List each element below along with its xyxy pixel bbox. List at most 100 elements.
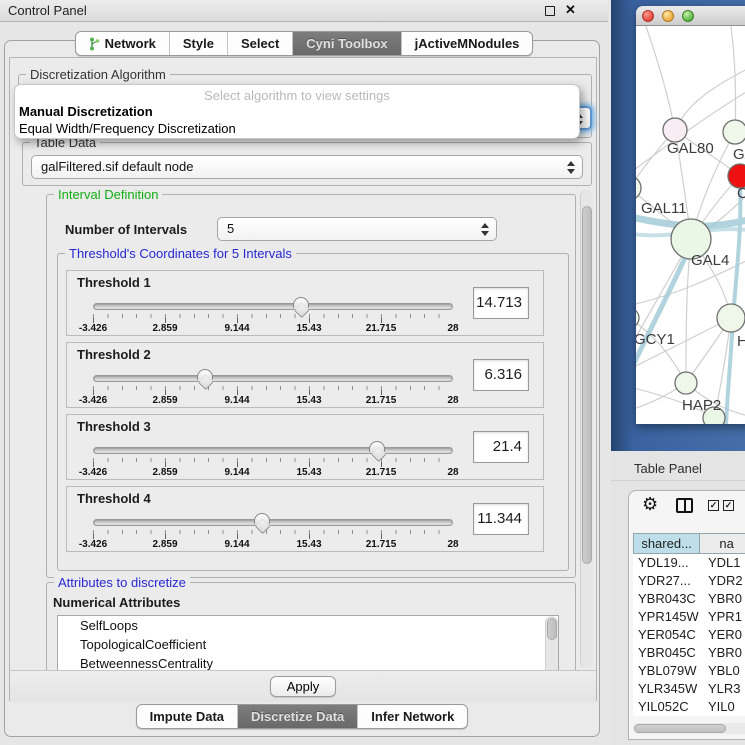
list-item[interactable]: BetweennessCentrality bbox=[58, 654, 558, 670]
table-row[interactable]: YLR345WYLR3 bbox=[633, 680, 745, 698]
slider-ticks bbox=[93, 458, 453, 467]
attributes-group: Attributes to discretize Numerical Attri… bbox=[46, 582, 576, 670]
application-window: Control Panel ✕ Network Style Select C bbox=[0, 0, 745, 745]
algorithm-group-title: Discretization Algorithm bbox=[26, 67, 170, 82]
table-row[interactable]: YBR045CYBR0 bbox=[633, 644, 745, 662]
slider-scale-labels: -3.426 2.859 9.144 21.715 15.43 28 bbox=[93, 539, 453, 551]
slider-thumb[interactable] bbox=[254, 513, 270, 524]
threshold-slider[interactable]: -3.426 2.859 9.144 15.43 21.715 28 bbox=[93, 299, 453, 337]
slider-thumb[interactable] bbox=[197, 369, 213, 380]
table-row[interactable]: YER054CYER0 bbox=[633, 626, 745, 644]
list-scrollbar[interactable] bbox=[545, 616, 558, 670]
node-label: GAL11 bbox=[641, 200, 687, 217]
apply-button[interactable]: Apply bbox=[270, 676, 337, 697]
table-row[interactable]: YPR145WYPR1 bbox=[633, 608, 745, 626]
table-horizontal-scrollbar[interactable] bbox=[633, 723, 745, 734]
table-row[interactable]: YDL19...YDL1 bbox=[633, 554, 745, 572]
threshold-value-field[interactable]: 14.713 bbox=[473, 287, 529, 319]
table-header-row: shared... na bbox=[633, 533, 745, 554]
slider-thumb[interactable] bbox=[369, 441, 385, 452]
node-label: H bbox=[737, 333, 745, 350]
network-view-window[interactable]: GAL80GAGAL11CGAL4GCY1HHAP2 bbox=[636, 6, 745, 424]
node-label: HAP2 bbox=[682, 397, 721, 414]
slider-scale-labels: -3.426 2.859 9.144 15.43 21.715 28 bbox=[93, 323, 453, 335]
list-item[interactable]: SelfLoops bbox=[58, 616, 558, 635]
threshold-slider[interactable]: -3.426 2.859 9.144 15.43 21.715 28 bbox=[93, 443, 453, 481]
table-panel-titlebar: Table Panel bbox=[611, 453, 745, 481]
node-label: GAL80 bbox=[667, 140, 714, 157]
table-row[interactable]: YBR043CYBR0 bbox=[633, 590, 745, 608]
threshold-panel-4: Threshold 4 -3.426 2.859 9.144 bbox=[66, 486, 544, 552]
tab-discretize-data[interactable]: Discretize Data bbox=[237, 705, 357, 728]
tab-infer-network[interactable]: Infer Network bbox=[357, 705, 467, 728]
settings-scroll-area: Interval Definition Number of Intervals … bbox=[18, 190, 580, 670]
checkbox-icon[interactable]: ✓ bbox=[723, 500, 734, 511]
slider-track[interactable] bbox=[93, 447, 453, 454]
algorithm-dropdown-popup: Select algorithm to view settings Manual… bbox=[14, 84, 580, 139]
threshold-panel-3: Threshold 3 -3.426 2.859 9.144 bbox=[66, 414, 544, 480]
network-window-titlebar[interactable] bbox=[636, 6, 745, 26]
slider-ticks bbox=[93, 386, 453, 395]
table-row[interactable]: YDR27...YDR2 bbox=[633, 572, 745, 590]
close-icon[interactable]: ✕ bbox=[565, 2, 576, 18]
table-panel: Table Panel ⚙ ✓ ✓ shared... na YDL19...Y… bbox=[611, 451, 745, 745]
network-node[interactable] bbox=[717, 304, 745, 332]
thresholds-group-title: Threshold's Coordinates for 5 Intervals bbox=[65, 246, 296, 261]
attributes-group-title: Attributes to discretize bbox=[54, 575, 190, 590]
table-row[interactable]: YIL052CYIL0 bbox=[633, 698, 745, 716]
node-table-panel: ⚙ ✓ ✓ shared... na YDL19...YDL1 YDR27...… bbox=[628, 490, 745, 740]
control-panel: Control Panel ✕ Network Style Select C bbox=[0, 0, 608, 745]
threshold-label: Threshold 2 bbox=[77, 347, 151, 362]
slider-track[interactable] bbox=[93, 303, 453, 310]
node-label: GCY1 bbox=[636, 331, 675, 348]
bottom-tabbar: Impute Data Discretize Data Infer Networ… bbox=[5, 704, 599, 729]
tab-style[interactable]: Style bbox=[169, 32, 227, 55]
table-columns-icon[interactable] bbox=[676, 498, 693, 513]
slider-scale-labels: -3.426 2.859 9.144 15.43 21.715 28 bbox=[93, 395, 453, 407]
slider-scale-labels: -3.426 2.859 9.144 15.43 21.715 28 bbox=[93, 467, 453, 479]
settings-vertical-scrollbar[interactable] bbox=[580, 190, 593, 668]
column-header-name[interactable]: na bbox=[700, 533, 745, 554]
num-intervals-combobox[interactable]: 5 bbox=[217, 217, 497, 241]
dropdown-option-equal-width[interactable]: Equal Width/Frequency Discretization bbox=[15, 120, 579, 137]
network-graph: GAL80GAGAL11CGAL4GCY1HHAP2 bbox=[636, 26, 745, 424]
column-header-shared-name[interactable]: shared... bbox=[633, 533, 700, 554]
attribute-list: SelfLoops TopologicalCoefficient Between… bbox=[57, 615, 559, 670]
tab-network[interactable]: Network bbox=[76, 32, 169, 55]
gear-icon[interactable]: ⚙ bbox=[642, 494, 658, 515]
close-window-icon[interactable] bbox=[642, 10, 654, 22]
node-label: C bbox=[737, 185, 745, 202]
threshold-value-field[interactable]: 11.344 bbox=[473, 503, 529, 535]
table-row[interactable]: YBL079WYBL0 bbox=[633, 662, 745, 680]
tab-impute-data[interactable]: Impute Data bbox=[137, 705, 237, 728]
dropdown-option-manual[interactable]: Manual Discretization bbox=[15, 103, 579, 120]
checkbox-icon[interactable]: ✓ bbox=[708, 500, 719, 511]
float-window-icon[interactable] bbox=[545, 6, 555, 16]
stepper-arrows-icon bbox=[480, 222, 489, 237]
threshold-value-field[interactable]: 6.316 bbox=[473, 359, 529, 391]
slider-track[interactable] bbox=[93, 519, 453, 526]
list-item[interactable]: TopologicalCoefficient bbox=[58, 635, 558, 654]
node-label: GAL4 bbox=[691, 252, 729, 269]
slider-track[interactable] bbox=[93, 375, 453, 382]
network-canvas[interactable]: GAL80GAGAL11CGAL4GCY1HHAP2 bbox=[636, 26, 745, 424]
tab-select[interactable]: Select bbox=[227, 32, 292, 55]
minimize-window-icon[interactable] bbox=[662, 10, 674, 22]
threshold-slider[interactable]: -3.426 2.859 9.144 15.43 21.715 28 bbox=[93, 371, 453, 409]
threshold-value-field[interactable]: 21.4 bbox=[473, 431, 529, 463]
control-panel-tabbar: Network Style Select Cyni Toolbox jActiv… bbox=[0, 31, 608, 56]
numerical-attributes-label: Numerical Attributes bbox=[53, 595, 180, 610]
tab-jactivemnodules[interactable]: jActiveMNodules bbox=[401, 32, 533, 55]
slider-thumb[interactable] bbox=[293, 297, 309, 308]
stepper-arrows-icon bbox=[566, 160, 575, 175]
panel-title: Control Panel bbox=[8, 3, 87, 18]
tab-cyni-toolbox[interactable]: Cyni Toolbox bbox=[292, 32, 400, 55]
zoom-window-icon[interactable] bbox=[682, 10, 694, 22]
table-data-group: Table Data galFiltered.sif default node bbox=[22, 142, 592, 186]
network-node[interactable] bbox=[675, 372, 697, 394]
network-node[interactable] bbox=[723, 120, 745, 144]
threshold-panel-2: Threshold 2 -3.426 2.859 9.144 bbox=[66, 342, 544, 408]
network-node[interactable] bbox=[663, 118, 687, 142]
table-data-combobox[interactable]: galFiltered.sif default node bbox=[31, 155, 583, 179]
threshold-slider[interactable]: -3.426 2.859 9.144 21.715 15.43 28 bbox=[93, 515, 453, 553]
